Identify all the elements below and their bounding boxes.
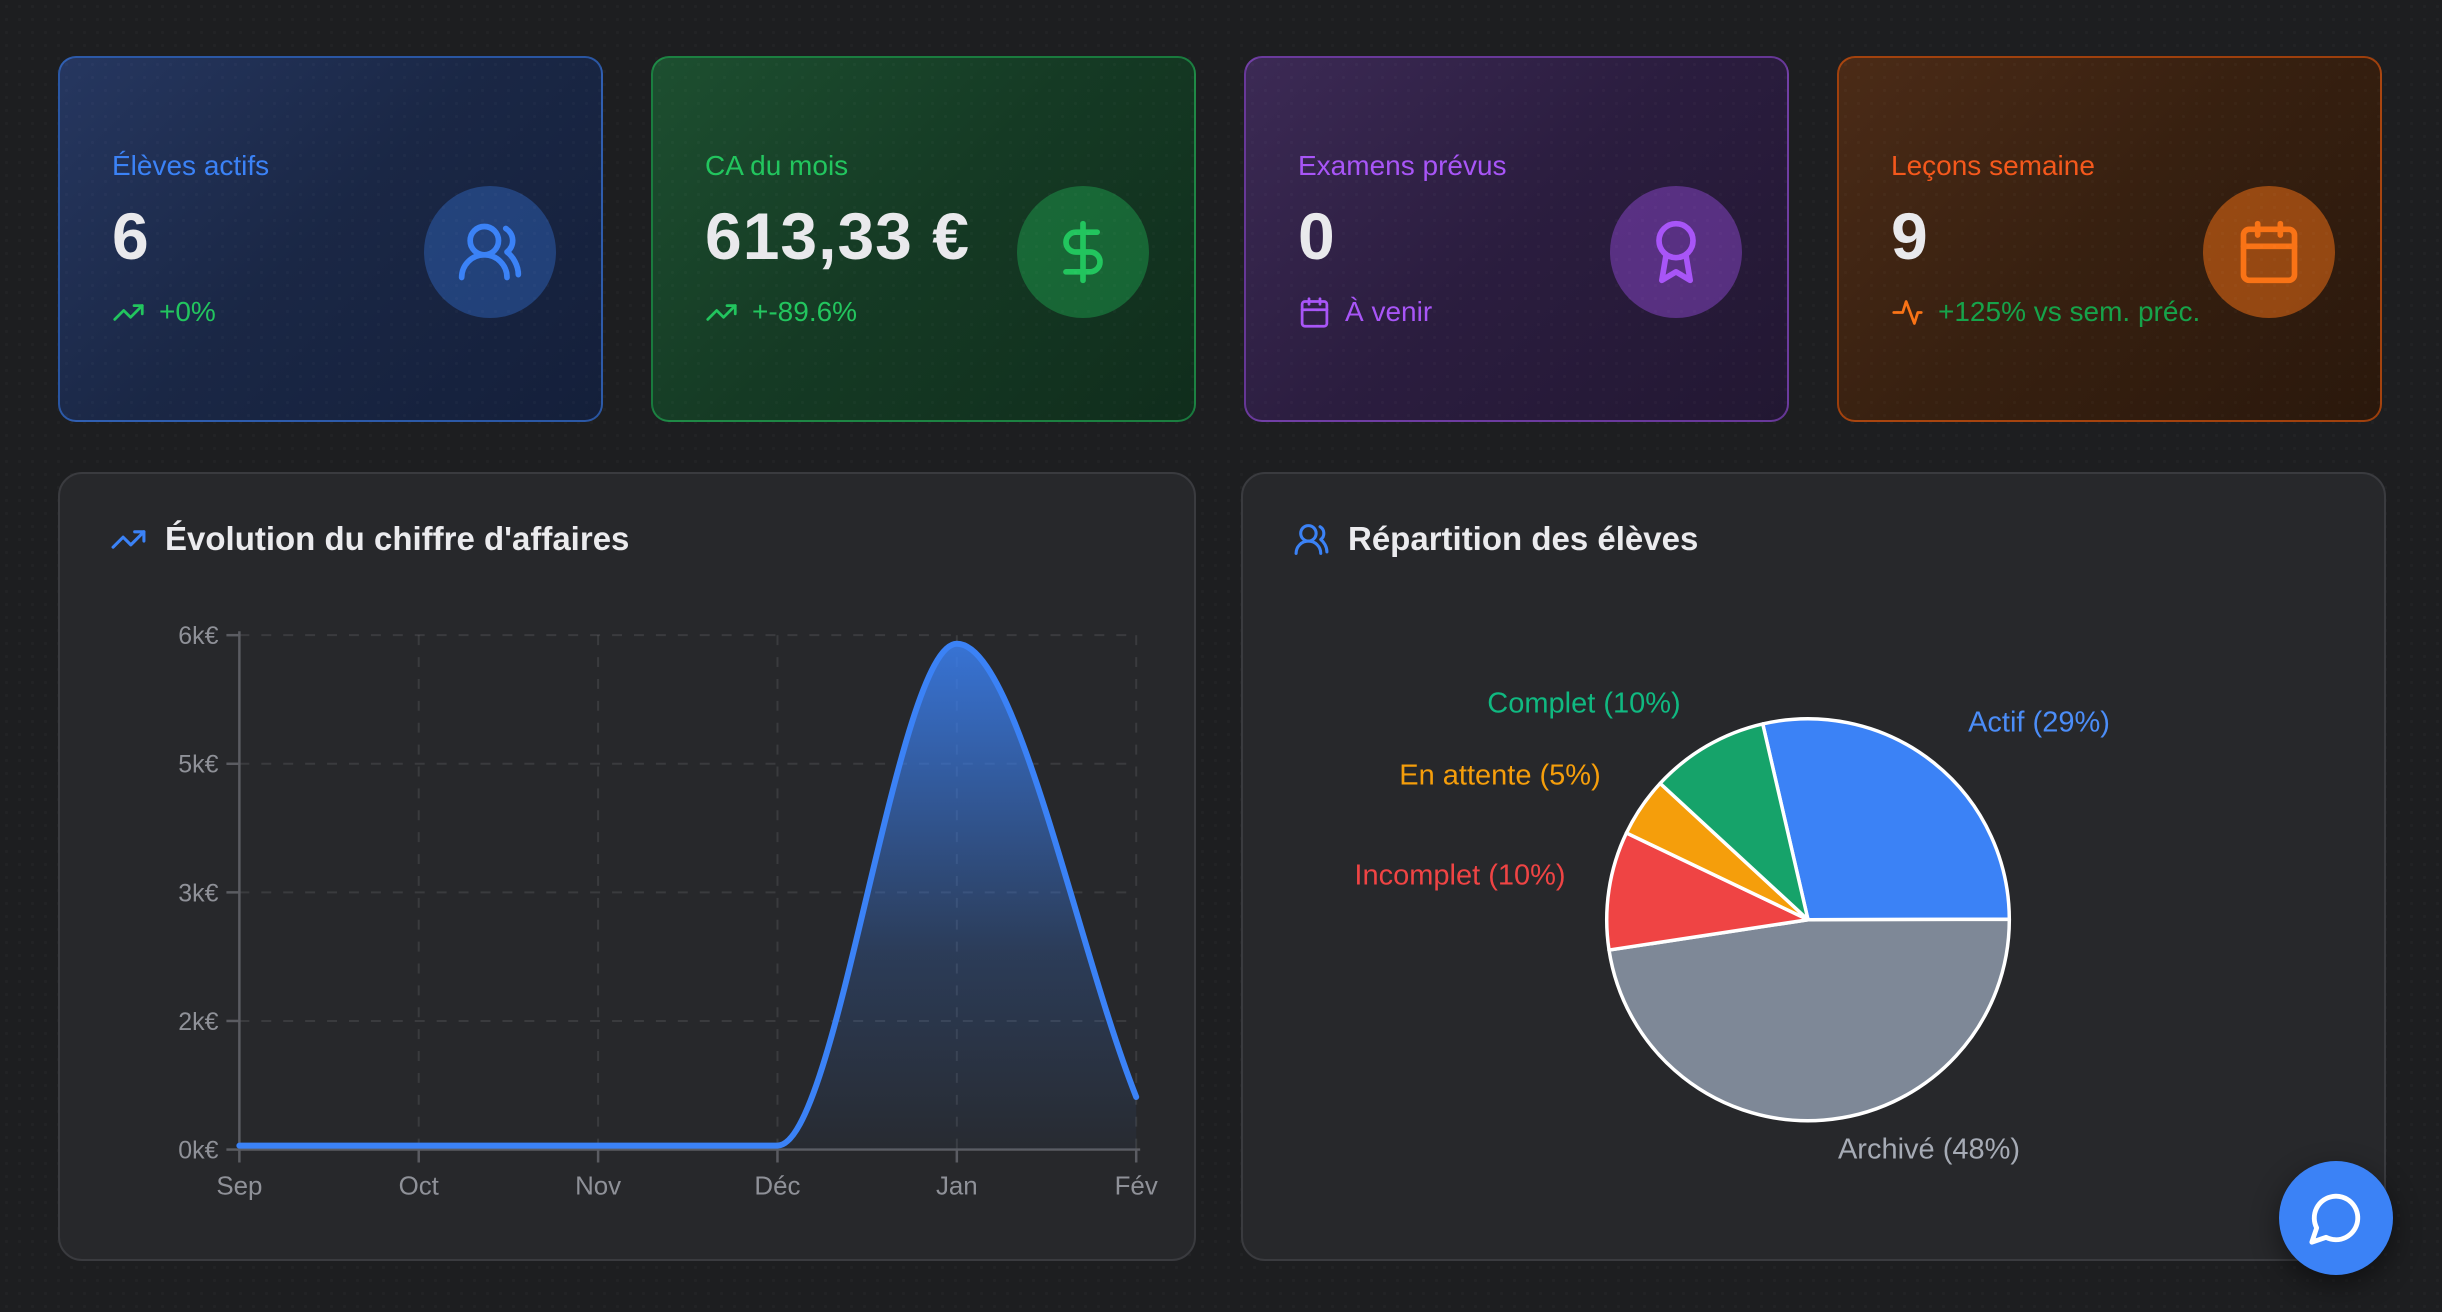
stat-card-eleves-actifs: Élèves actifs 6 +0% xyxy=(58,56,603,422)
svg-text:6k€: 6k€ xyxy=(178,622,218,650)
activity-icon xyxy=(1891,296,1924,329)
calendar-icon xyxy=(2235,218,2303,286)
stat-icon-circle xyxy=(2203,186,2335,318)
stat-label: Élèves actifs xyxy=(112,150,549,182)
calendar-icon xyxy=(1298,296,1331,329)
svg-text:Nov: Nov xyxy=(575,1172,621,1200)
pie-label-en-attente: En attente (5%) xyxy=(1399,760,1601,793)
stat-label: CA du mois xyxy=(705,150,1142,182)
stat-card-ca-du-mois: CA du mois 613,33 € +-89.6% xyxy=(651,56,1196,422)
svg-text:Oct: Oct xyxy=(399,1172,439,1200)
trending-up-icon xyxy=(705,296,738,329)
trending-up-icon xyxy=(110,521,147,558)
stat-icon-circle xyxy=(424,186,556,318)
students-chart-panel: Répartition des élèves Actif (29%) Archi… xyxy=(1241,472,2386,1261)
students-chart-title: Répartition des élèves xyxy=(1293,520,1698,558)
stat-trend-text: +125% vs sem. préc. xyxy=(1938,296,2200,328)
svg-text:0k€: 0k€ xyxy=(178,1137,218,1165)
revenue-area-chart[interactable]: 6k€ 5k€ 3k€ 2k€ 0k€ Sep Oct Nov Déc Jan Fév xyxy=(60,474,1194,1259)
dollar-sign-icon xyxy=(1049,218,1117,286)
svg-text:Sep: Sep xyxy=(216,1172,262,1200)
svg-text:Jan: Jan xyxy=(936,1172,978,1200)
stat-label: Examens prévus xyxy=(1298,150,1735,182)
stat-trend-text: +-89.6% xyxy=(752,296,857,328)
revenue-chart-panel: Évolution du chiffre d'affaires 6k€ 5k€ 3k… xyxy=(58,472,1196,1261)
students-chart-title-text: Répartition des élèves xyxy=(1348,520,1698,558)
stat-label: Leçons semaine xyxy=(1891,150,2328,182)
svg-text:5k€: 5k€ xyxy=(178,751,218,779)
stat-trend-text: +0% xyxy=(159,296,216,328)
svg-text:Déc: Déc xyxy=(754,1172,800,1200)
revenue-chart-title-text: Évolution du chiffre d'affaires xyxy=(165,520,629,558)
message-circle-icon xyxy=(2307,1189,2365,1247)
stat-icon-circle xyxy=(1017,186,1149,318)
stat-trend-text: À venir xyxy=(1345,296,1432,328)
svg-text:2k€: 2k€ xyxy=(178,1008,218,1036)
chat-button[interactable] xyxy=(2279,1161,2393,1275)
stat-cards-row: Élèves actifs 6 +0% CA du mois 613,33 € … xyxy=(58,56,2382,422)
stat-card-examens-prevus: Examens prévus 0 À venir xyxy=(1244,56,1789,422)
svg-text:3k€: 3k€ xyxy=(178,879,218,907)
stat-card-lecons-semaine: Leçons semaine 9 +125% vs sem. préc. xyxy=(1837,56,2382,422)
pie-label-incomplet: Incomplet (10%) xyxy=(1354,860,1565,893)
award-icon xyxy=(1642,218,1710,286)
pie-label-complet: Complet (10%) xyxy=(1487,688,1680,721)
trending-up-icon xyxy=(112,296,145,329)
pie-label-archive: Archivé (48%) xyxy=(1838,1134,2020,1167)
dashboard-page: { "cards": [ { "label": "Élèves actifs",… xyxy=(0,0,2442,1312)
users-round-icon xyxy=(456,218,524,286)
revenue-chart-title: Évolution du chiffre d'affaires xyxy=(110,520,629,558)
pie-label-actif: Actif (29%) xyxy=(1968,707,2110,740)
svg-text:Fév: Fév xyxy=(1115,1172,1158,1200)
users-round-icon xyxy=(1293,521,1330,558)
stat-icon-circle xyxy=(1610,186,1742,318)
